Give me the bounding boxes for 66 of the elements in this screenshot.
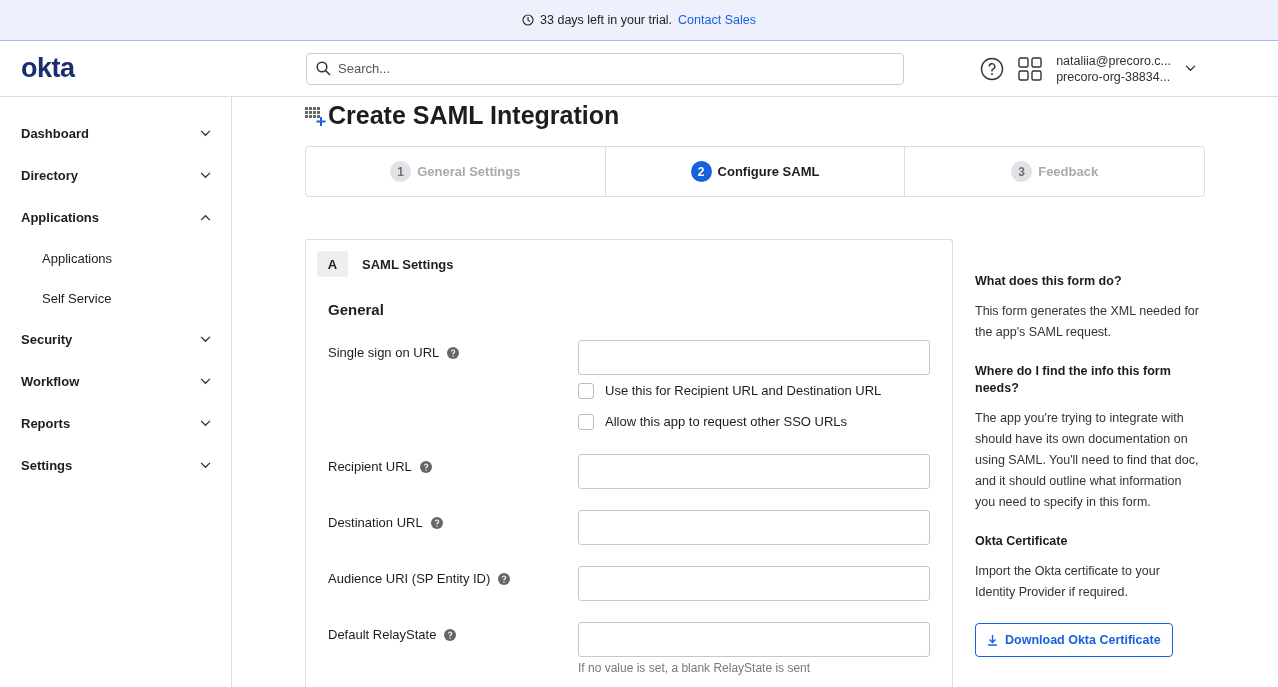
sidebar-subitem[interactable]: Applications [0,238,231,278]
text-field[interactable] [578,454,930,489]
help-icon[interactable] [498,573,511,585]
download-icon [987,634,998,646]
step-number: 3 [1011,161,1033,182]
search-icon [316,60,331,76]
field-label: Default RelayState [328,627,437,642]
clock-icon [522,14,535,26]
checkbox-label[interactable]: Use this for Recipient URL and Destination URL [605,383,882,398]
user-email[interactable]: nataliia@precoro.c... [1056,52,1171,69]
org-name[interactable]: precoro-org-38834... [1056,68,1171,85]
help-icon[interactable] [444,629,457,641]
field-label: Single sign on URL [328,345,440,360]
app-grid-plus-icon [305,104,327,127]
logo[interactable]: okta [21,53,75,83]
wizard-step[interactable]: 3 Feedback [905,147,1204,196]
help-icon[interactable] [430,517,443,529]
chevron-icon [200,129,211,137]
sidebar-subitem[interactable]: Self Service [0,278,231,318]
chevron-icon [200,213,211,221]
section-badge: A [317,251,348,277]
sidebar-item[interactable]: Directory [0,154,231,196]
section-title: SAML Settings [362,256,454,272]
field-label: Destination URL [328,515,423,530]
step-number: 2 [690,161,712,182]
step-number: 1 [390,161,412,182]
sidebar-item[interactable]: Security [0,318,231,360]
page-title: Create SAML Integration [328,101,620,130]
text-field[interactable] [578,622,930,657]
checkbox-label[interactable]: Allow this app to request other SSO URLs [605,414,848,429]
help-text: Import the Okta certificate to your Identity Provider if required. [975,563,1161,601]
search-field[interactable]: Search... [306,52,904,85]
field-label: Audience URI (SP Entity ID) [328,571,491,586]
text-field[interactable] [578,566,930,601]
field-label: Recipient URL [328,459,412,474]
help-heading: What does this form do? [975,273,1123,290]
sidebar-item[interactable]: Applications [0,196,231,238]
help-heading: Where do I find the info this form needs? [975,363,1172,397]
checkbox[interactable] [578,413,594,430]
help-icon[interactable] [980,56,1005,81]
sidebar-item[interactable]: Dashboard [0,112,231,154]
sidebar-item[interactable]: Workflow [0,360,231,402]
wizard-step[interactable]: 2 Configure SAML [605,147,906,196]
sidebar-item[interactable]: Settings [0,444,231,486]
help-icon[interactable] [447,347,460,359]
text-field[interactable] [578,510,930,545]
wizard-step[interactable]: 1 General Settings [306,147,606,196]
sidebar-item[interactable]: Reports [0,402,231,444]
text-field[interactable] [578,340,930,375]
chevron-icon [200,171,211,179]
trial-notice: 33 days left in your trial. [540,13,673,27]
field-hint: If no value is set, a blank RelayState is sent [578,661,812,675]
chevron-icon [200,335,211,343]
chevron-icon [1185,65,1196,72]
checkbox[interactable] [578,382,594,399]
chevron-icon [200,377,211,385]
help-icon[interactable] [419,461,432,473]
group-heading: General [328,301,385,318]
help-heading: Okta Certificate [975,533,1069,550]
download-certificate-button[interactable]: Download Okta Certificate [975,623,1173,657]
help-text: This form generates the XML needed for the app's SAML request. [975,303,1199,341]
apps-grid-icon[interactable] [1018,56,1043,81]
chevron-icon [200,461,211,469]
help-text: The app you're trying to integrate with should have its own documentation on using SAML. You'll need to find that doc, and it should outline what information you need to specify in this form. [975,410,1199,511]
chevron-icon [200,419,211,427]
contact-sales-link[interactable]: Contact Sales [678,13,756,27]
